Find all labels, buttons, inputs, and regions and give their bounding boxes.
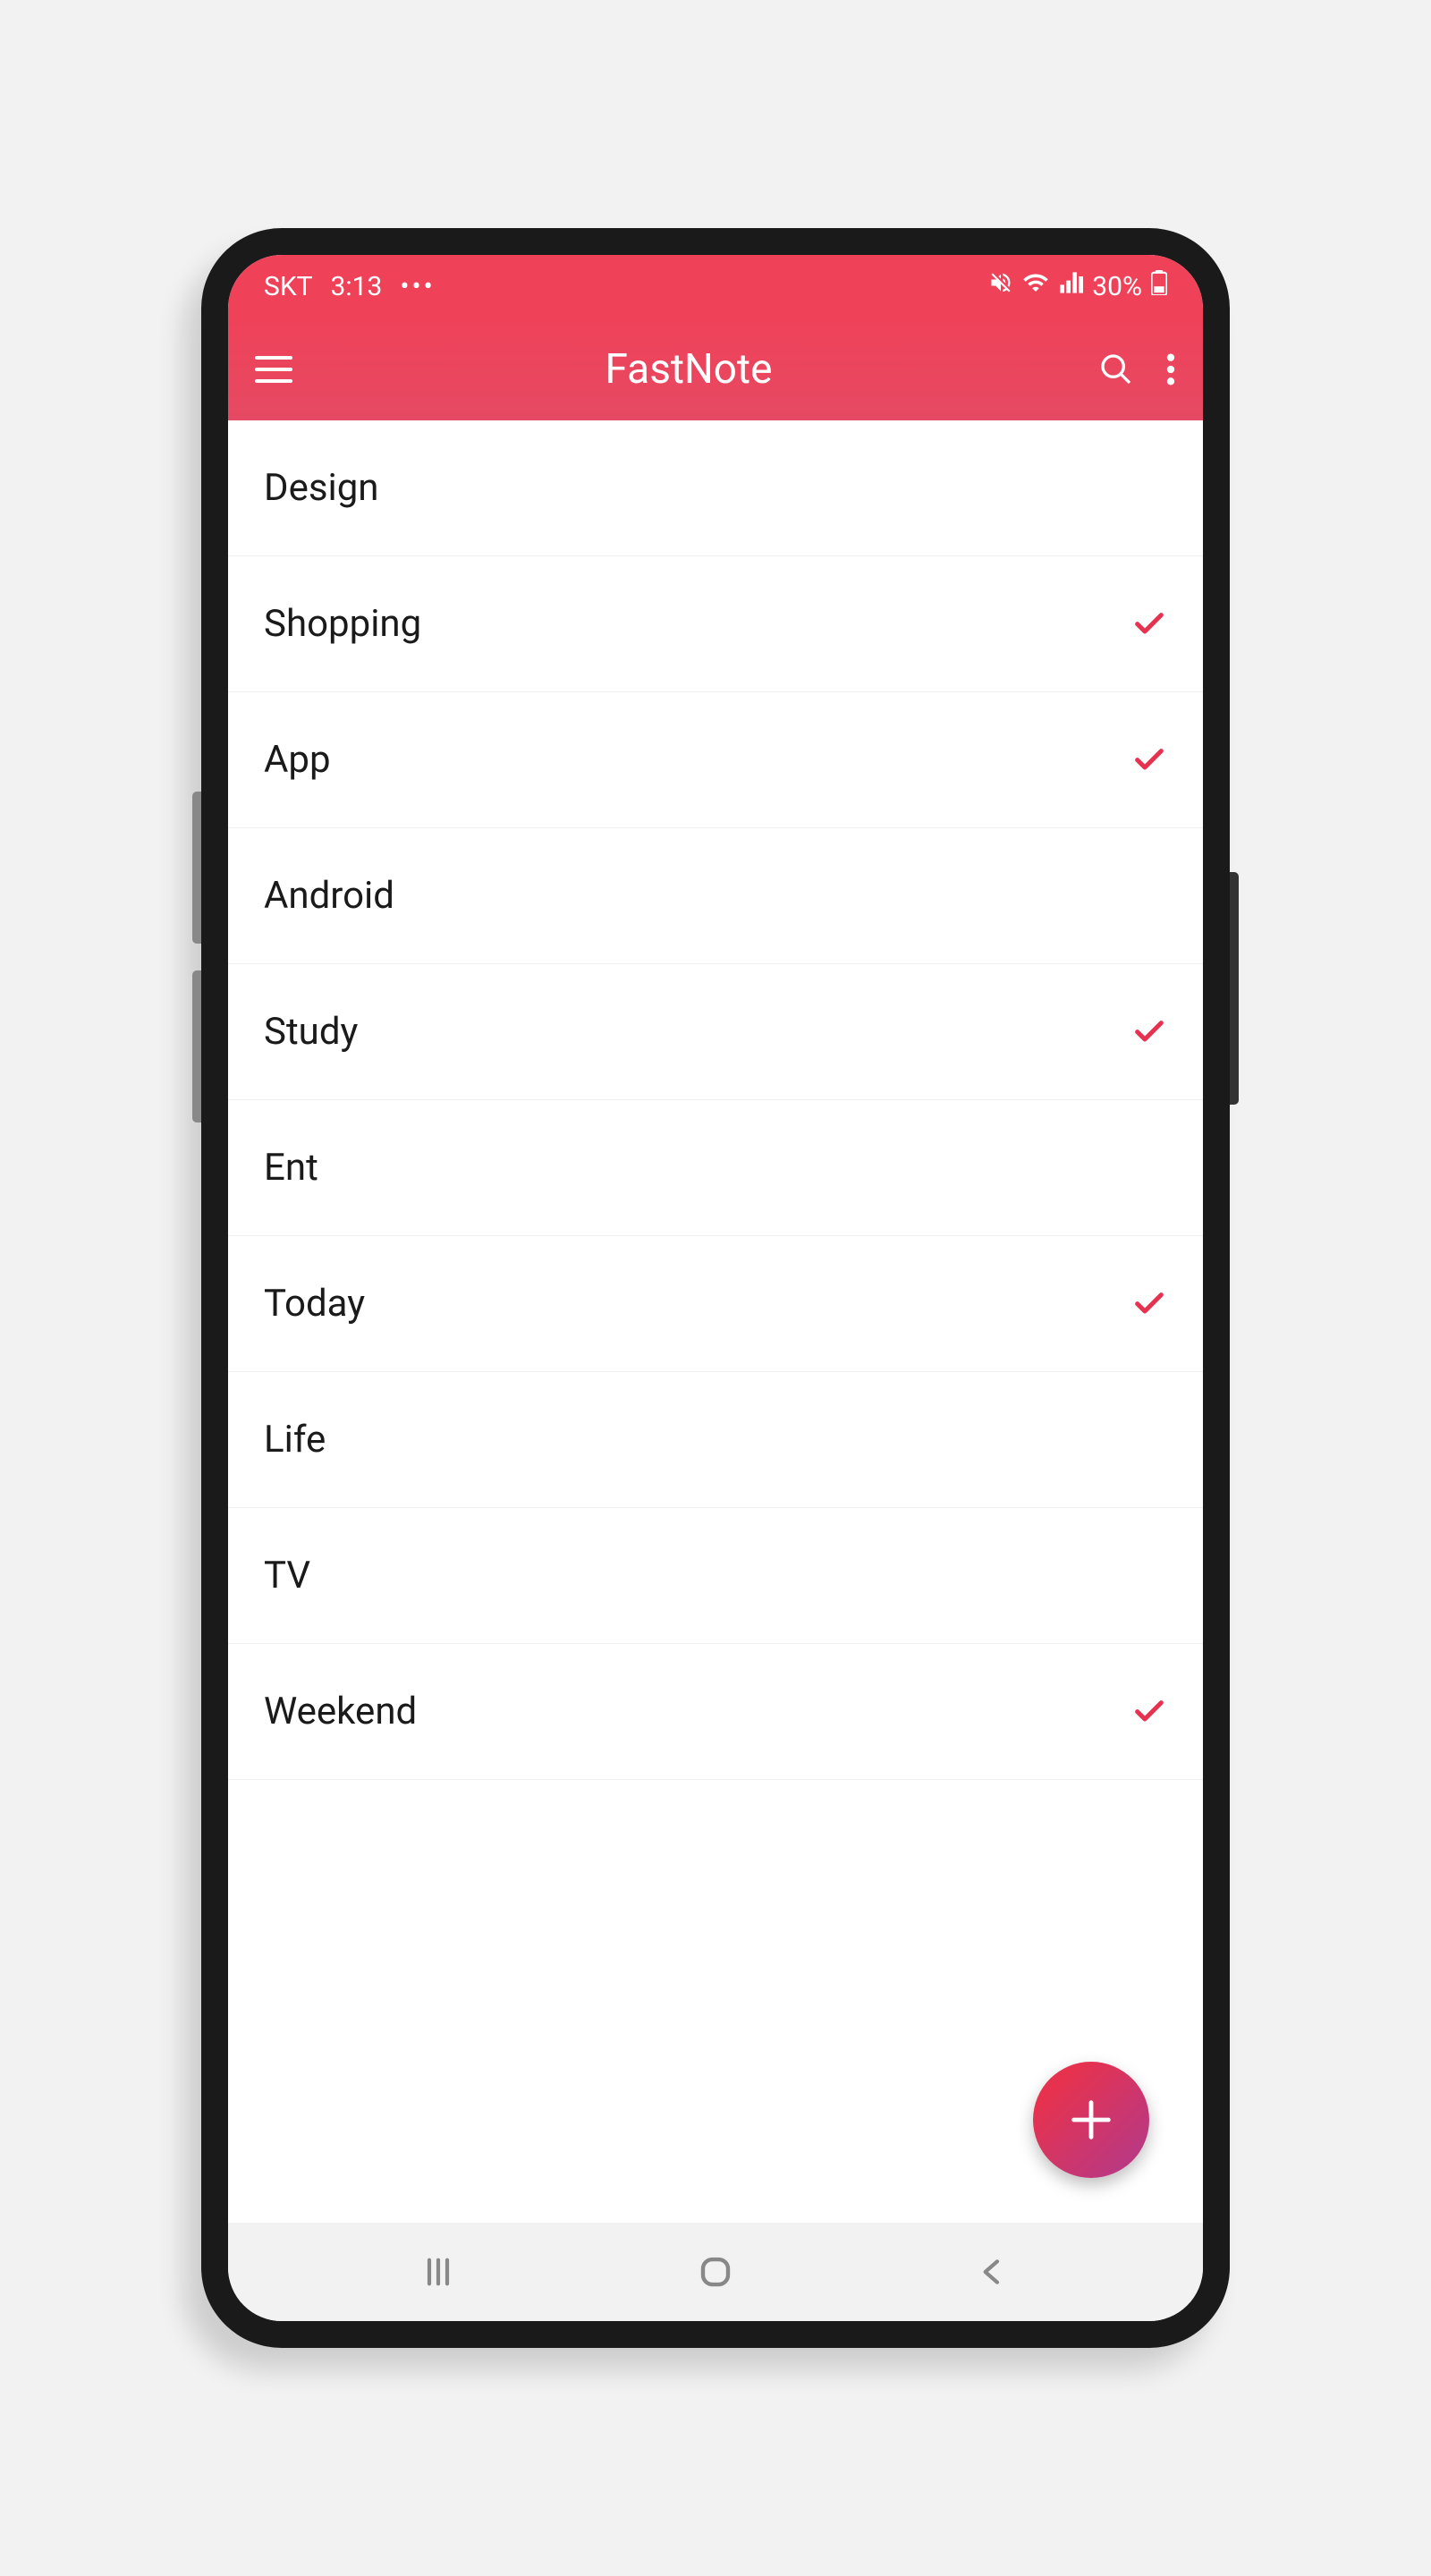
status-time: 3:13 (331, 271, 383, 302)
search-button[interactable] (1098, 352, 1134, 387)
note-item[interactable]: Ent (228, 1100, 1203, 1236)
mute-icon (988, 270, 1013, 302)
note-item[interactable]: TV (228, 1508, 1203, 1644)
wifi-icon (1022, 269, 1049, 303)
note-item[interactable]: Weekend (228, 1644, 1203, 1780)
signal-icon (1058, 270, 1083, 302)
home-button[interactable] (671, 2253, 760, 2291)
battery-pct: 30% (1092, 271, 1142, 302)
note-item[interactable]: Android (228, 828, 1203, 964)
note-label: TV (264, 1554, 310, 1597)
note-label: Ent (264, 1146, 318, 1190)
recent-apps-button[interactable] (394, 2254, 483, 2290)
note-item[interactable]: Shopping (228, 556, 1203, 692)
screen: SKT 3:13 ••• 30% (228, 255, 1203, 2321)
app-bar: FastNote (228, 318, 1203, 420)
check-icon (1131, 1692, 1167, 1732)
note-item[interactable]: Today (228, 1236, 1203, 1372)
back-button[interactable] (948, 2254, 1037, 2290)
note-item[interactable]: Design (228, 420, 1203, 556)
note-item[interactable]: Study (228, 964, 1203, 1100)
note-item[interactable]: App (228, 692, 1203, 828)
note-item[interactable]: Life (228, 1372, 1203, 1508)
status-right: 30% (988, 269, 1167, 303)
volume-up-button[interactable] (192, 792, 201, 944)
check-icon (1131, 1013, 1167, 1052)
note-label: App (264, 738, 331, 782)
volume-down-button[interactable] (192, 970, 201, 1123)
note-label: Shopping (264, 602, 421, 646)
note-label: Android (264, 874, 394, 918)
power-button[interactable] (1230, 872, 1239, 1105)
app-title: FastNote (326, 345, 1051, 394)
note-label: Study (264, 1010, 358, 1054)
system-nav-bar (228, 2223, 1203, 2321)
menu-button[interactable] (255, 356, 292, 383)
check-icon (1131, 1284, 1167, 1324)
status-more-icon: ••• (400, 271, 435, 302)
note-label: Design (264, 466, 379, 510)
phone-frame: SKT 3:13 ••• 30% (201, 228, 1230, 2348)
carrier-label: SKT (264, 271, 313, 302)
note-label: Weekend (264, 1690, 417, 1733)
overflow-menu-button[interactable] (1165, 352, 1176, 387)
note-label: Today (264, 1282, 365, 1326)
note-list[interactable]: Design Shopping App Android Study Ent Today Lif… (228, 420, 1203, 2223)
battery-icon (1151, 270, 1167, 302)
add-note-fab[interactable] (1033, 2062, 1149, 2178)
check-icon (1131, 741, 1167, 780)
status-bar: SKT 3:13 ••• 30% (228, 255, 1203, 318)
note-label: Life (264, 1418, 326, 1462)
check-icon (1131, 605, 1167, 644)
status-left: SKT 3:13 ••• (264, 271, 436, 302)
